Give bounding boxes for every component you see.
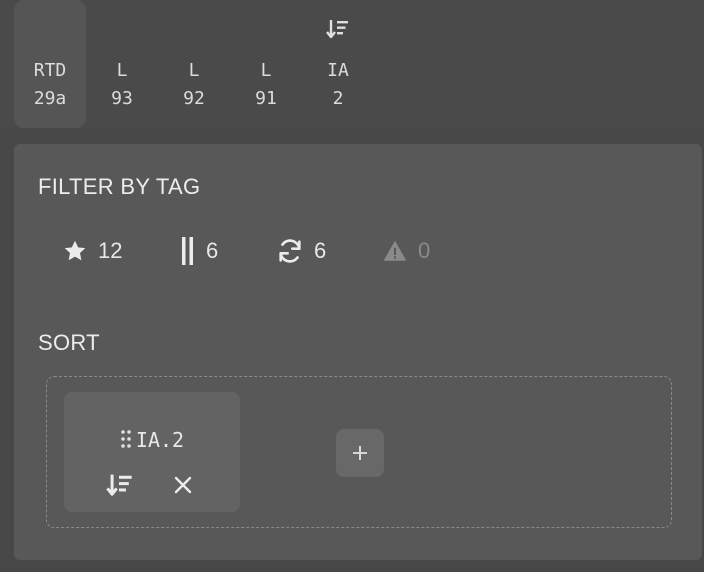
sort-descending-icon[interactable] [324, 16, 350, 42]
column-value: 92 [183, 88, 205, 109]
column-header-l-93[interactable]: L 93 [86, 0, 158, 128]
tag-count: 6 [206, 238, 219, 263]
sort-chip[interactable]: IA.2 [64, 392, 240, 512]
filter-section-title: FILTER BY TAG [38, 174, 201, 199]
close-icon[interactable] [170, 472, 196, 498]
warning-icon [383, 240, 407, 261]
filter-sort-panel: FILTER BY TAG 12 6 6 0 SORT IA.2 [14, 144, 702, 560]
column-label: L [188, 60, 200, 81]
plus-icon [353, 446, 367, 460]
column-header-ia-2[interactable]: IA 2 [302, 0, 374, 128]
column-header-l-91[interactable]: L 91 [230, 0, 302, 128]
sort-descending-icon[interactable] [104, 470, 134, 500]
drag-handle-icon[interactable] [120, 429, 132, 449]
star-icon [64, 240, 86, 261]
column-value: 91 [255, 88, 277, 109]
tag-count: 12 [98, 238, 123, 263]
column-header-l-92[interactable]: L 92 [158, 0, 230, 128]
tag-count: 6 [314, 238, 327, 263]
column-value: 93 [111, 88, 133, 109]
tag-filter-paused[interactable]: 6 [180, 236, 218, 266]
sort-chip-label: IA.2 [135, 428, 185, 452]
column-label: L [116, 60, 128, 81]
tag-filter-starred[interactable]: 12 [62, 236, 122, 266]
sort-chip-label-row: IA.2 [64, 428, 240, 452]
tag-filter-refresh[interactable]: 6 [276, 236, 326, 266]
add-sort-button[interactable] [336, 429, 384, 477]
column-value: 29a [33, 88, 67, 109]
column-label: IA [327, 60, 349, 81]
column-header-rtd[interactable]: RTD 29a [14, 0, 86, 128]
refresh-icon [279, 239, 301, 263]
tag-count: 0 [418, 238, 431, 263]
column-value: 2 [332, 88, 344, 109]
column-label: RTD [33, 60, 67, 81]
sort-drop-zone[interactable]: IA.2 [46, 376, 672, 528]
pause-icon [182, 237, 193, 265]
sort-section-title: SORT [38, 330, 100, 355]
column-header-strip: RTD 29a L 93 L 92 L 91 IA 2 [0, 0, 704, 128]
tag-filter-warning[interactable]: 0 [382, 236, 430, 266]
column-label: L [260, 60, 272, 81]
